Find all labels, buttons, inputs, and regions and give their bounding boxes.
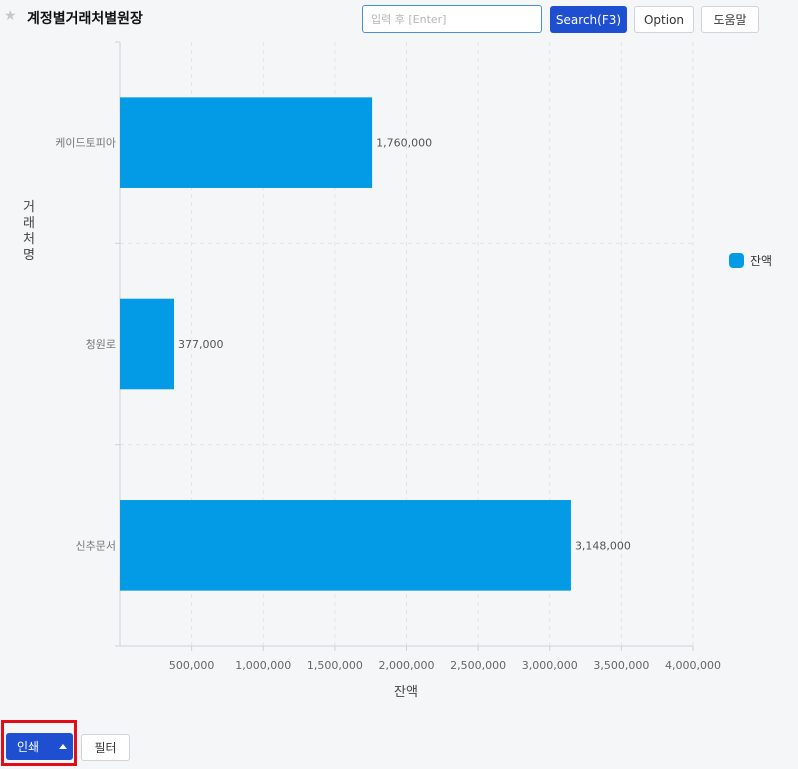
x-axis-title: 잔액 xyxy=(394,685,418,700)
x-tick-label: 500,000 xyxy=(169,659,215,672)
bar[interactable] xyxy=(120,500,571,591)
print-button-label: 인쇄 xyxy=(17,740,40,754)
x-tick-label: 1,500,000 xyxy=(307,659,363,672)
x-tick-label: 4,000,000 xyxy=(665,659,721,672)
x-tick-label: 2,000,000 xyxy=(379,659,435,672)
caret-up-icon[interactable] xyxy=(59,744,67,749)
legend-label: 잔액 xyxy=(750,254,773,268)
y-tick-label: 신추문서 xyxy=(76,539,116,552)
bar[interactable] xyxy=(120,97,373,188)
y-axis-title: 거래처명 xyxy=(23,200,35,263)
print-button[interactable]: 인쇄 xyxy=(6,733,73,760)
x-tick-label: 2,500,000 xyxy=(450,659,506,672)
bar[interactable] xyxy=(120,298,175,390)
chart-legend: 잔액 xyxy=(729,252,772,269)
filter-button[interactable]: 필터 xyxy=(81,734,130,761)
bar-value-label: 3,148,000 xyxy=(575,539,631,552)
y-tick-label: 케이드토피아 xyxy=(55,137,116,150)
x-tick-label: 3,000,000 xyxy=(522,659,578,672)
legend-swatch xyxy=(729,253,744,268)
x-tick-label: 1,000,000 xyxy=(235,659,291,672)
bar-value-label: 377,000 xyxy=(178,338,224,351)
x-tick-label: 3,500,000 xyxy=(593,659,649,672)
bar-chart: 500,000 1,000,000 1,500,000 2,000,000 2,500,… xyxy=(23,41,721,700)
bar-value-label: 1,760,000 xyxy=(376,137,432,150)
y-tick-label: 청원로 xyxy=(86,338,116,351)
